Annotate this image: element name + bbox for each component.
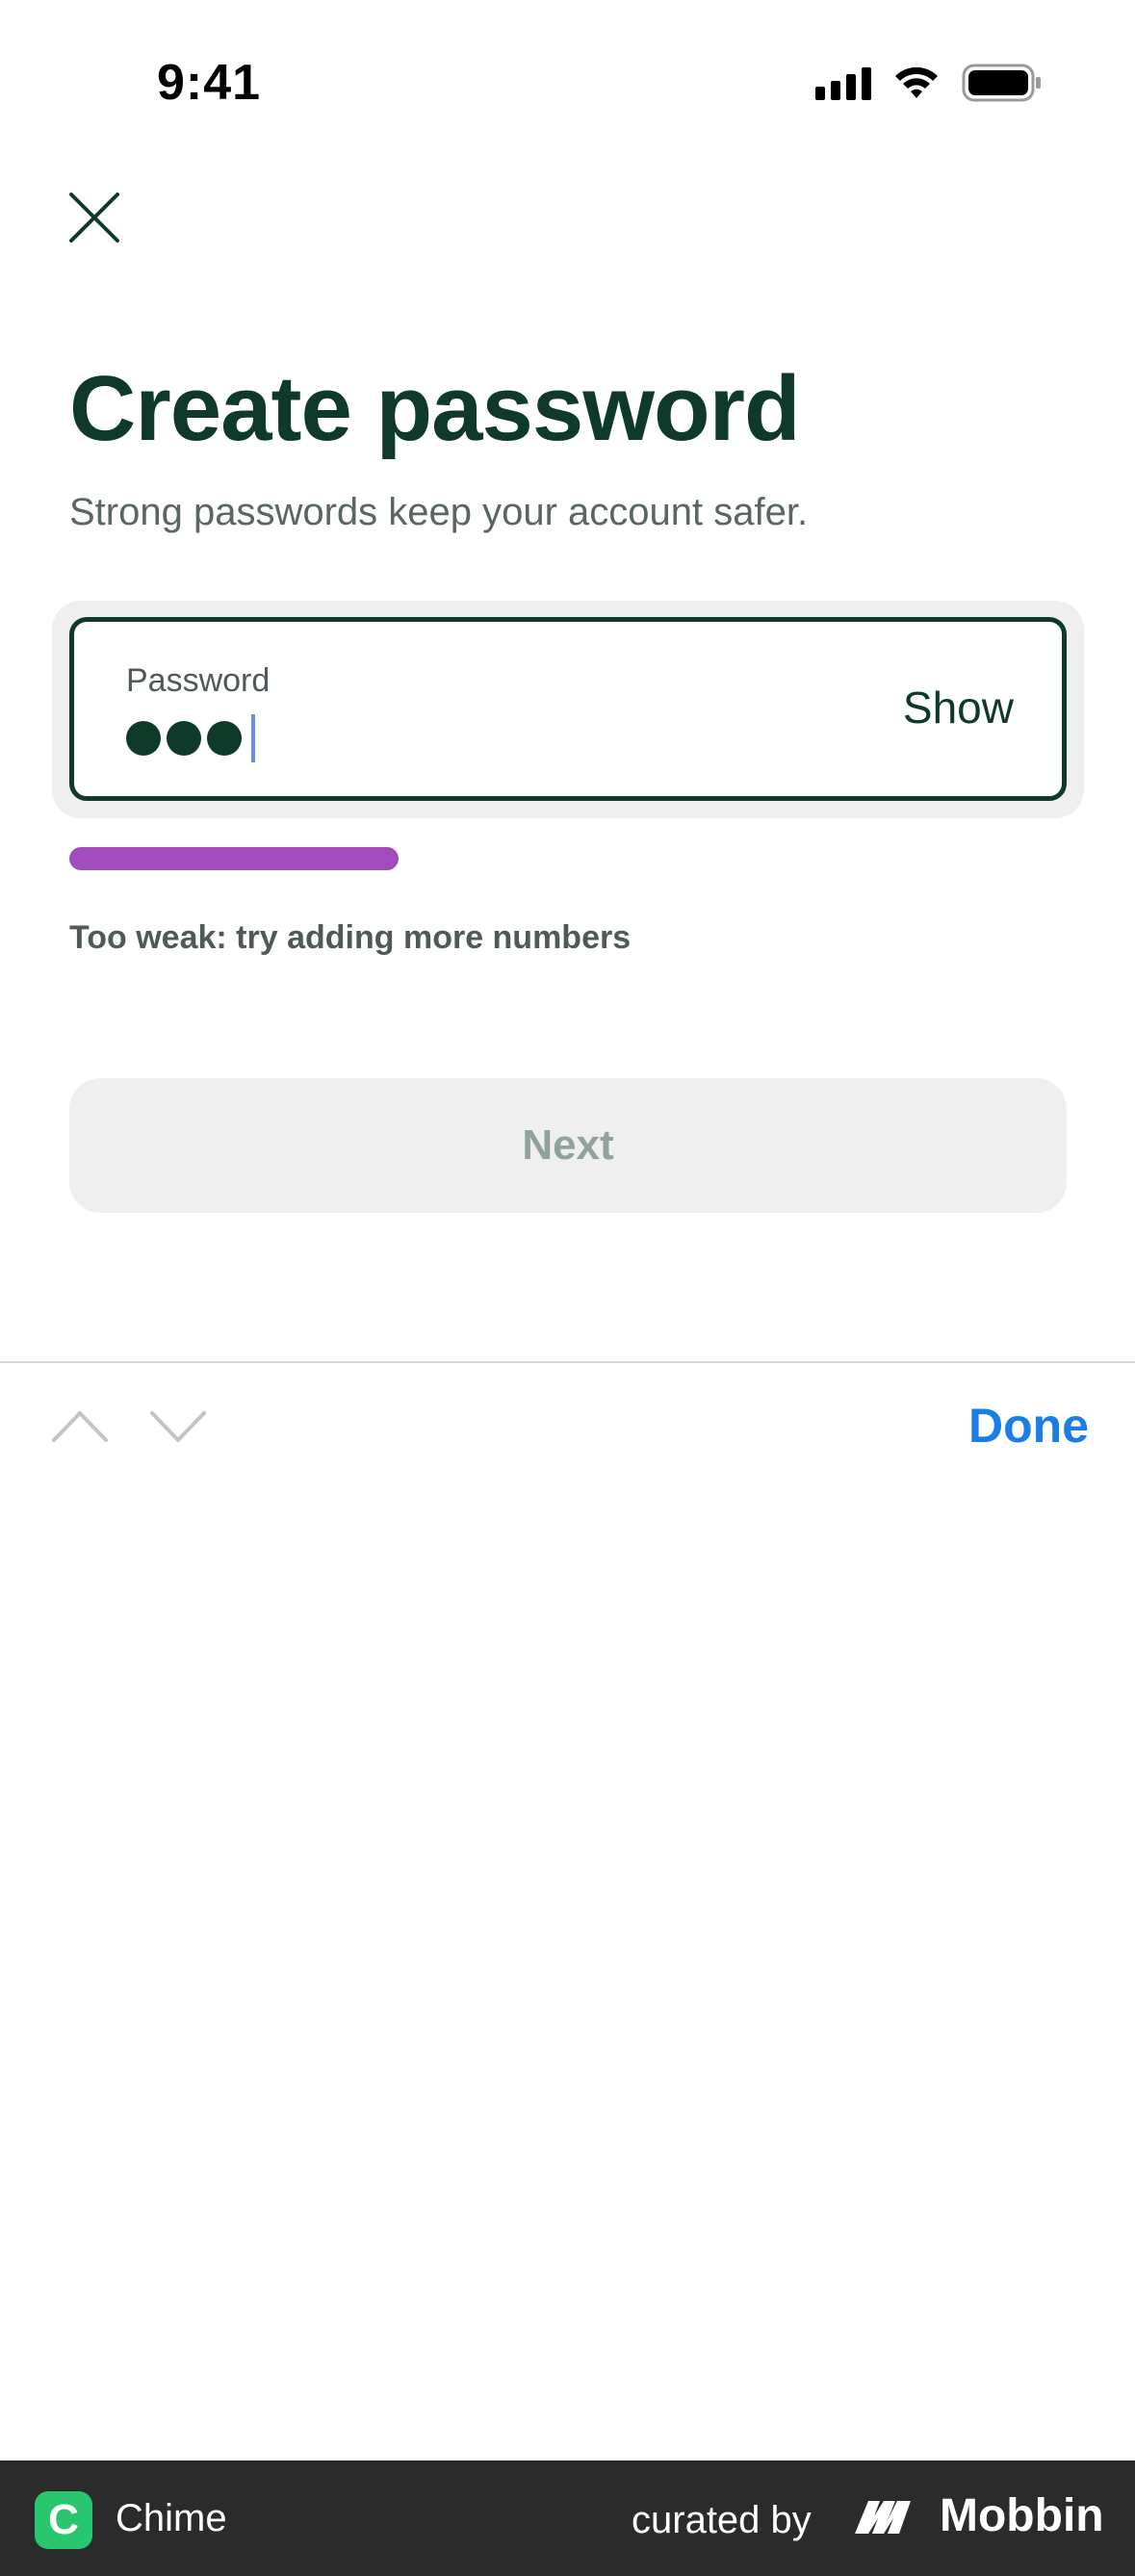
password-field-label: Password bbox=[126, 662, 271, 699]
footer-bar: C Chime curated by Mobbin bbox=[0, 2460, 1135, 2576]
password-masked-value[interactable] bbox=[126, 714, 255, 762]
create-password-screen: 9:41 Create password Strong passwords ke… bbox=[0, 0, 1135, 2576]
mobbin-logo: Mobbin bbox=[851, 2489, 1104, 2542]
close-icon bbox=[69, 193, 119, 243]
password-strength-hint: Too weak: try adding more numbers bbox=[69, 919, 632, 956]
page-subtitle: Strong passwords keep your account safer… bbox=[69, 491, 809, 533]
show-password-button[interactable]: Show bbox=[903, 682, 1014, 734]
password-dot bbox=[126, 721, 161, 756]
chevron-up-icon bbox=[52, 1411, 108, 1442]
wifi-icon bbox=[895, 66, 938, 98]
app-name: Chime bbox=[116, 2497, 227, 2539]
curated-by-label: curated by bbox=[632, 2499, 812, 2541]
keyboard-done-button[interactable]: Done bbox=[968, 1398, 1089, 1454]
status-time: 9:41 bbox=[157, 55, 262, 111]
mobbin-wordmark: Mobbin bbox=[940, 2490, 1104, 2541]
password-field[interactable]: Password Show bbox=[69, 617, 1067, 801]
text-caret bbox=[251, 714, 255, 762]
keyboard-toolbar: Done bbox=[0, 1363, 1135, 1488]
chevron-down-icon bbox=[150, 1411, 206, 1442]
cellular-signal-icon bbox=[815, 65, 871, 100]
battery-icon bbox=[962, 64, 1041, 102]
status-bar: 9:41 bbox=[0, 0, 1135, 168]
mobbin-mark-icon bbox=[855, 2500, 911, 2534]
chime-logo-letter: C bbox=[48, 2496, 79, 2543]
page-title: Create password bbox=[69, 357, 801, 460]
close-button[interactable] bbox=[65, 189, 123, 246]
chime-logo-icon: C bbox=[35, 2491, 92, 2549]
previous-field-button[interactable] bbox=[48, 1402, 112, 1450]
password-dot bbox=[207, 721, 242, 756]
next-field-button[interactable] bbox=[146, 1402, 210, 1450]
next-button[interactable]: Next bbox=[69, 1078, 1067, 1213]
password-strength-fill bbox=[69, 847, 399, 870]
password-dot bbox=[167, 721, 201, 756]
status-icons bbox=[815, 64, 1043, 102]
password-strength-meter bbox=[69, 847, 1067, 870]
